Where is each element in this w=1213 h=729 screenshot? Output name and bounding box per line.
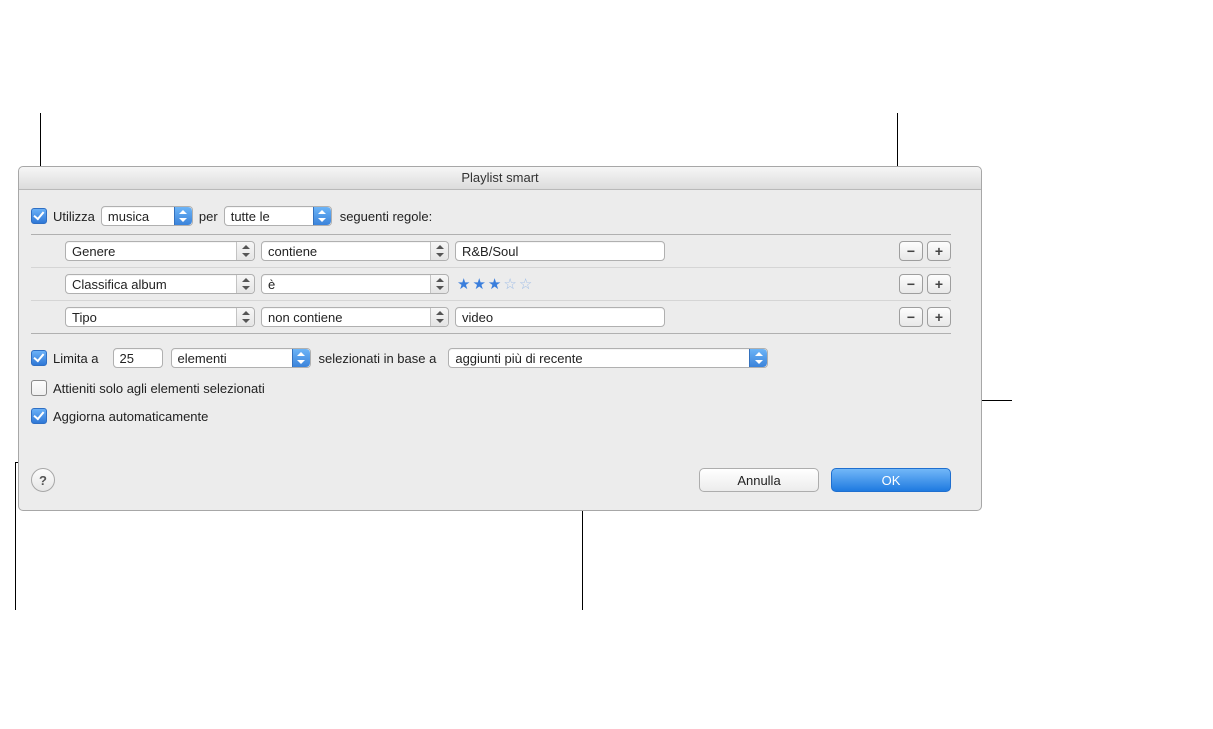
star-icon: ☆ [519,277,532,292]
select-stepper-icon [292,349,310,367]
select-stepper-icon [236,242,254,260]
live-update-label: Aggiorna automaticamente [53,409,208,424]
limit-by-label: selezionati in base a [319,351,437,366]
select-stepper-icon [430,308,448,326]
rule-operator-select[interactable]: è [261,274,449,294]
live-update-checkbox[interactable] [31,408,47,424]
dialog-title: Playlist smart [19,167,981,190]
match-scope-value: tutte le [231,209,270,224]
remove-rule-button[interactable]: − [899,274,923,294]
smart-playlist-dialog: Playlist smart Utilizza musica per tutte… [18,166,982,511]
rule-operator-value: non contiene [268,310,342,325]
rule-stars[interactable]: ★ ★ ★ ☆ ☆ [457,277,532,292]
star-icon: ☆ [503,277,516,292]
add-rule-button[interactable]: + [927,274,951,294]
rule-field-select[interactable]: Genere [65,241,255,261]
add-rule-button[interactable]: + [927,241,951,261]
limit-sort-select[interactable]: aggiunti più di recente [448,348,768,368]
help-button[interactable]: ? [31,468,55,492]
rule-field-value: Genere [72,244,115,259]
rule-field-select[interactable]: Tipo [65,307,255,327]
rule-row: Genere contiene R&B/Soul − + [31,235,951,268]
match-scope-select[interactable]: tutte le [224,206,332,226]
rule-operator-value: è [268,277,275,292]
rule-field-value: Classifica album [72,277,167,292]
rule-row: Classifica album è ★ ★ ★ ☆ ☆ − + [31,268,951,301]
star-icon: ★ [488,277,501,292]
rule-value-input[interactable]: video [455,307,665,327]
match-row: Utilizza musica per tutte le seguenti re… [31,206,951,226]
cancel-button[interactable]: Annulla [699,468,819,492]
rule-operator-select[interactable]: non contiene [261,307,449,327]
rule-value-input[interactable]: R&B/Soul [455,241,665,261]
match-suffix-label: seguenti regole: [340,209,433,224]
only-checked-row: Attieniti solo agli elementi selezionati [31,380,951,396]
select-stepper-icon [236,308,254,326]
add-rule-button[interactable]: + [927,307,951,327]
dialog-footer: ? Annulla OK [31,468,951,492]
match-source-value: musica [108,209,149,224]
limit-label: Limita a [53,351,99,366]
lower-options: Limita a 25 elementi selezionati in base… [31,348,951,428]
limit-units-select[interactable]: elementi [171,348,311,368]
only-checked-label: Attieniti solo agli elementi selezionati [53,381,265,396]
match-source-select[interactable]: musica [101,206,193,226]
star-icon: ★ [472,277,485,292]
select-stepper-icon [430,275,448,293]
match-checkbox[interactable] [31,208,47,224]
remove-rule-button[interactable]: − [899,307,923,327]
rule-operator-select[interactable]: contiene [261,241,449,261]
remove-rule-button[interactable]: − [899,241,923,261]
match-use-label: Utilizza [53,209,95,224]
select-stepper-icon [236,275,254,293]
limit-count-input[interactable]: 25 [113,348,163,368]
only-checked-checkbox[interactable] [31,380,47,396]
select-stepper-icon [174,207,192,225]
ok-button[interactable]: OK [831,468,951,492]
star-icon: ★ [457,277,470,292]
select-stepper-icon [430,242,448,260]
live-update-row: Aggiorna automaticamente [31,408,951,424]
match-per-label: per [199,209,218,224]
limit-row: Limita a 25 elementi selezionati in base… [31,348,951,368]
rules-area: Genere contiene R&B/Soul − + Classifica … [31,234,951,334]
rule-field-select[interactable]: Classifica album [65,274,255,294]
rule-field-value: Tipo [72,310,97,325]
limit-checkbox[interactable] [31,350,47,366]
select-stepper-icon [749,349,767,367]
select-stepper-icon [313,207,331,225]
rule-operator-value: contiene [268,244,317,259]
dialog-content: Utilizza musica per tutte le seguenti re… [19,190,981,510]
rule-row: Tipo non contiene video − + [31,301,951,333]
